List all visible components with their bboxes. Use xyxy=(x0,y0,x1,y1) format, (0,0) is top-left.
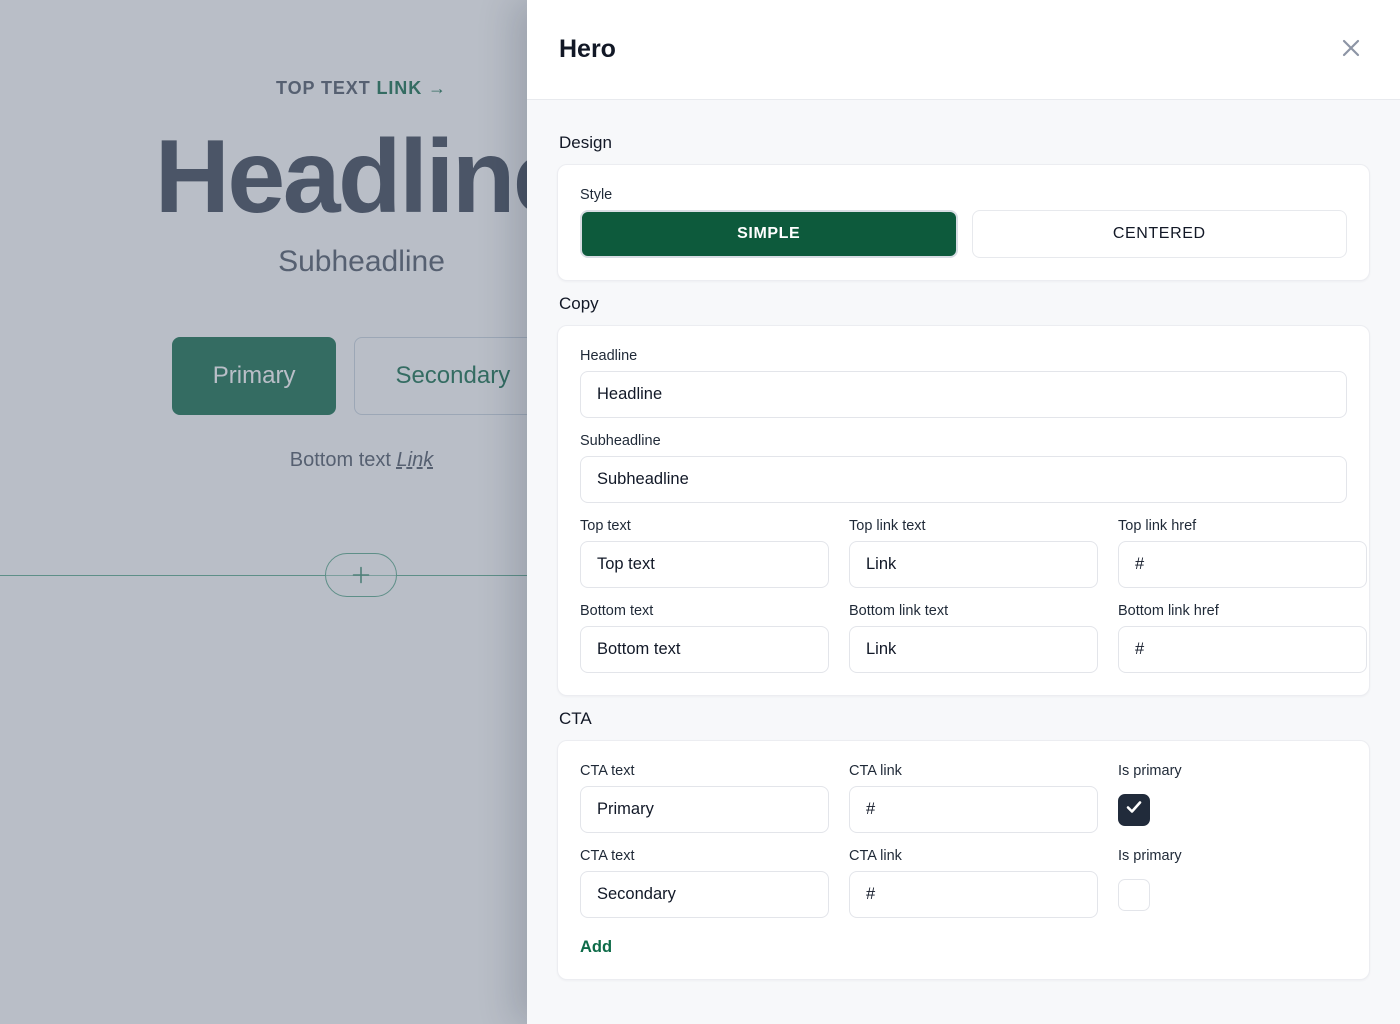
input-cta-link-1[interactable] xyxy=(849,786,1098,833)
style-option-simple[interactable]: SIMPLE xyxy=(580,210,958,258)
section-title-cta: CTA xyxy=(559,709,592,728)
cta-row-link: CTA link xyxy=(849,763,1098,833)
hero-primary-cta-button[interactable]: Primary xyxy=(171,337,337,416)
panel-title: Hero xyxy=(559,35,616,63)
hero-top-link[interactable]: LINK xyxy=(377,78,423,98)
field-top-text: Top text xyxy=(580,518,829,588)
plus-icon xyxy=(350,564,372,586)
cta-row-link: CTA link xyxy=(849,848,1098,918)
input-top-text[interactable] xyxy=(580,541,829,588)
label-cta-text-1: CTA text xyxy=(580,763,635,779)
input-cta-link-2[interactable] xyxy=(849,871,1098,918)
label-subheadline: Subheadline xyxy=(580,433,661,449)
panel-body: Design Style SIMPLE CENTERED Copy Headli… xyxy=(527,100,1400,1024)
cta-row-text: CTA text xyxy=(580,848,829,918)
panel-header: Hero xyxy=(527,0,1400,100)
field-headline: Headline xyxy=(580,348,1347,418)
cta-row-primary: Is primary xyxy=(1118,763,1367,833)
copy-card: Headline Subheadline Top text Top link t… xyxy=(557,325,1370,696)
label-headline: Headline xyxy=(580,348,638,364)
hero-bottom-link[interactable]: Link xyxy=(397,449,434,471)
check-icon xyxy=(1124,797,1144,822)
design-card: Style SIMPLE CENTERED xyxy=(557,164,1370,281)
input-bottom-text[interactable] xyxy=(580,626,829,673)
input-bottom-link-href[interactable] xyxy=(1118,626,1367,673)
hero-secondary-cta-button[interactable]: Secondary xyxy=(354,337,552,416)
field-bottom-link-text: Bottom link text xyxy=(849,603,1098,673)
checkbox-is-primary-1[interactable] xyxy=(1118,793,1150,826)
label-cta-is-primary-1: Is primary xyxy=(1118,763,1182,779)
input-top-link-text[interactable] xyxy=(849,541,1098,588)
close-icon xyxy=(1339,36,1363,63)
hero-bottom-text: Bottom text xyxy=(289,449,391,472)
style-toggle-group: SIMPLE CENTERED xyxy=(580,210,1347,258)
label-top-link-href: Top link href xyxy=(1118,518,1197,534)
input-cta-text-2[interactable] xyxy=(580,871,829,918)
cta-grid: CTA text CTA link Is primary xyxy=(580,763,1347,918)
input-headline[interactable] xyxy=(580,371,1347,418)
input-subheadline[interactable] xyxy=(580,456,1347,503)
field-subheadline: Subheadline xyxy=(580,433,1347,503)
label-top-text: Top text xyxy=(580,518,631,534)
section-title-design: Design xyxy=(559,133,612,152)
field-top-link-href: Top link href xyxy=(1118,518,1367,588)
app-root: TOP TEXT LINK → Headline Subheadline Pri… xyxy=(0,0,1400,1024)
hero-top-text: TOP TEXT xyxy=(276,78,371,98)
section-title-copy: Copy xyxy=(559,294,599,313)
arrow-right-icon: → xyxy=(428,78,447,98)
field-bottom-link-href: Bottom link href xyxy=(1118,603,1367,673)
label-bottom-link-text: Bottom link text xyxy=(849,603,949,619)
label-bottom-text: Bottom text xyxy=(580,603,654,619)
cta-card: CTA text CTA link Is primary xyxy=(557,740,1370,980)
label-cta-link-1: CTA link xyxy=(849,763,902,779)
input-top-link-href[interactable] xyxy=(1118,541,1367,588)
add-cta-button[interactable]: Add xyxy=(580,938,612,957)
hero-settings-panel: Hero Design Style SIMPLE CENTERED Copy H… xyxy=(527,0,1400,1024)
label-bottom-link-href: Bottom link href xyxy=(1118,603,1219,619)
cta-is-primary-2-wrap xyxy=(1118,871,1367,918)
field-top-link-text: Top link text xyxy=(849,518,1098,588)
label-cta-text-2: CTA text xyxy=(580,848,635,864)
copy-link-grid: Top text Top link text Top link href Bot… xyxy=(580,518,1367,673)
cta-row-text: CTA text xyxy=(580,763,829,833)
checkbox-is-primary-2[interactable] xyxy=(1118,878,1150,911)
label-cta-is-primary-2: Is primary xyxy=(1118,848,1182,864)
label-top-link-text: Top link text xyxy=(849,518,926,534)
label-cta-link-2: CTA link xyxy=(849,848,902,864)
style-option-centered[interactable]: CENTERED xyxy=(971,210,1347,258)
field-bottom-text: Bottom text xyxy=(580,603,829,673)
style-label: Style xyxy=(580,187,613,203)
close-panel-button[interactable] xyxy=(1334,33,1368,67)
add-block-button[interactable] xyxy=(325,553,397,597)
cta-is-primary-1-wrap xyxy=(1118,786,1367,833)
input-bottom-link-text[interactable] xyxy=(849,626,1098,673)
input-cta-text-1[interactable] xyxy=(580,786,829,833)
cta-row-primary: Is primary xyxy=(1118,848,1367,918)
